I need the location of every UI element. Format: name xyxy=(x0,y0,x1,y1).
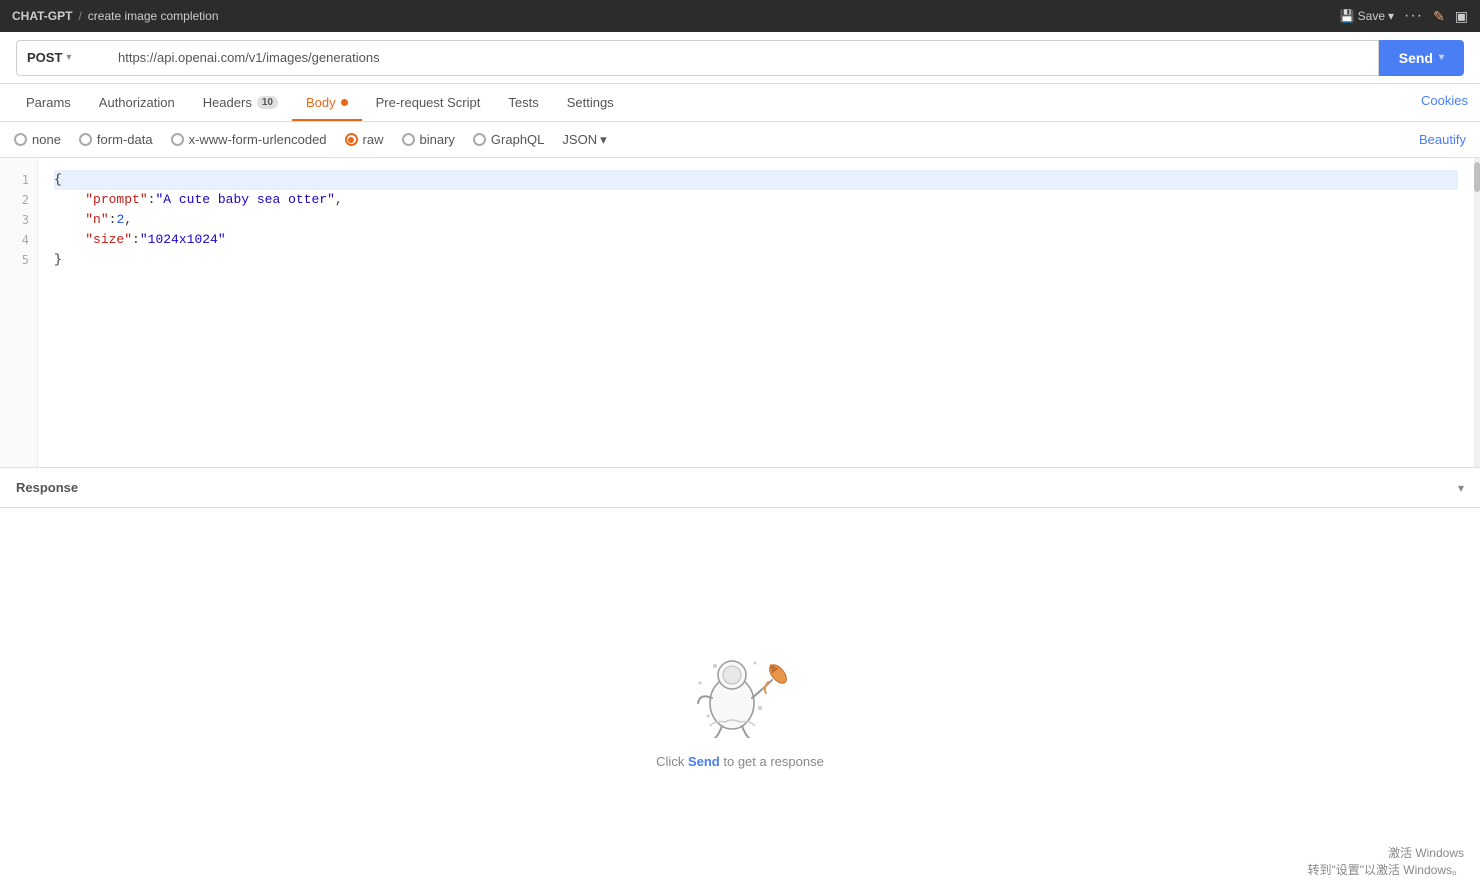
method-select[interactable]: POST ▾ xyxy=(16,40,106,76)
body-options: none form-data x-www-form-urlencoded raw… xyxy=(0,122,1480,158)
response-label: Response xyxy=(16,480,78,495)
headers-badge: 10 xyxy=(257,96,278,109)
urlencoded-radio xyxy=(171,133,184,146)
editor-scrollbar[interactable] xyxy=(1474,158,1480,467)
binary-radio xyxy=(402,133,415,146)
tab-tests[interactable]: Tests xyxy=(494,85,552,121)
save-icon: 💾 xyxy=(1340,9,1355,23)
breadcrumb: CHAT-GPT / create image completion xyxy=(12,9,219,23)
request-tabs: Params Authorization Headers 10 Body Pre… xyxy=(0,84,1480,122)
code-editor[interactable]: 1 2 3 4 5 { "prompt" : "A cute baby sea … xyxy=(0,158,1480,468)
tab-headers[interactable]: Headers 10 xyxy=(189,85,292,121)
save-chevron: ▾ xyxy=(1388,9,1394,23)
raw-option[interactable]: raw xyxy=(345,132,384,147)
code-line-4: "size" : "1024x1024" xyxy=(54,230,1458,250)
tab-body[interactable]: Body xyxy=(292,85,362,121)
prompt-value: "A cute baby sea otter" xyxy=(155,190,334,210)
graphql-radio xyxy=(473,133,486,146)
app-name: CHAT-GPT xyxy=(12,9,72,23)
code-line-5: } xyxy=(54,250,1458,270)
send-word: Send xyxy=(688,754,720,769)
open-brace: { xyxy=(54,170,62,190)
page-title: create image completion xyxy=(88,9,219,23)
response-bar: Response ▾ xyxy=(0,468,1480,508)
more-options-button[interactable]: ··· xyxy=(1404,7,1423,25)
cookies-link[interactable]: Cookies xyxy=(1421,93,1468,112)
method-label: POST xyxy=(27,50,62,65)
scrollbar-thumb xyxy=(1474,162,1480,192)
body-dot xyxy=(341,99,348,106)
send-hint: Click Send to get a response xyxy=(656,754,824,769)
binary-option[interactable]: binary xyxy=(402,132,455,147)
breadcrumb-sep: / xyxy=(78,9,81,23)
graphql-option[interactable]: GraphQL xyxy=(473,132,544,147)
response-chevron[interactable]: ▾ xyxy=(1458,481,1464,495)
code-line-3: "n" : 2 , xyxy=(54,210,1458,230)
json-chevron: ▾ xyxy=(600,132,607,148)
tab-params[interactable]: Params xyxy=(12,85,85,121)
pencil-icon: ✎ xyxy=(1433,8,1445,25)
code-line-1: { xyxy=(54,170,1458,190)
url-bar: POST ▾ Send ▾ xyxy=(0,32,1480,84)
prompt-key: "prompt" xyxy=(85,190,147,210)
raw-radio xyxy=(345,133,358,146)
tab-authorization[interactable]: Authorization xyxy=(85,85,189,121)
line-numbers: 1 2 3 4 5 xyxy=(0,158,38,467)
tab-pre-request[interactable]: Pre-request Script xyxy=(362,85,495,121)
n-key: "n" xyxy=(85,210,108,230)
size-value: "1024x1024" xyxy=(140,230,226,250)
n-value: 2 xyxy=(116,210,124,230)
astronaut-illustration xyxy=(660,628,820,738)
none-option[interactable]: none xyxy=(14,132,61,147)
close-brace: } xyxy=(54,250,62,270)
code-line-2: "prompt" : "A cute baby sea otter" , xyxy=(54,190,1458,210)
send-button[interactable]: Send ▾ xyxy=(1379,40,1464,76)
method-chevron: ▾ xyxy=(66,52,71,63)
form-data-option[interactable]: form-data xyxy=(79,132,153,147)
code-body[interactable]: { "prompt" : "A cute baby sea otter" , "… xyxy=(38,158,1474,467)
windows-activation: 激活 Windows 转到"设置"以激活 Windows。 xyxy=(1307,844,1464,878)
response-content: Click Send to get a response xyxy=(0,508,1480,888)
beautify-button[interactable]: Beautify xyxy=(1419,132,1466,147)
urlencoded-option[interactable]: x-www-form-urlencoded xyxy=(171,132,327,147)
none-radio xyxy=(14,133,27,146)
url-input[interactable] xyxy=(106,40,1379,76)
form-data-radio xyxy=(79,133,92,146)
tab-settings[interactable]: Settings xyxy=(553,85,628,121)
empty-state: Click Send to get a response xyxy=(656,628,824,769)
json-type-select[interactable]: JSON ▾ xyxy=(562,132,606,148)
size-key: "size" xyxy=(85,230,132,250)
top-bar-actions: 💾 Save ▾ ··· ✎ ▣ xyxy=(1340,7,1468,25)
top-bar: CHAT-GPT / create image completion 💾 Sav… xyxy=(0,0,1480,32)
save-button[interactable]: 💾 Save ▾ xyxy=(1340,9,1394,23)
send-chevron: ▾ xyxy=(1439,52,1444,63)
layout-icon: ▣ xyxy=(1455,8,1468,25)
